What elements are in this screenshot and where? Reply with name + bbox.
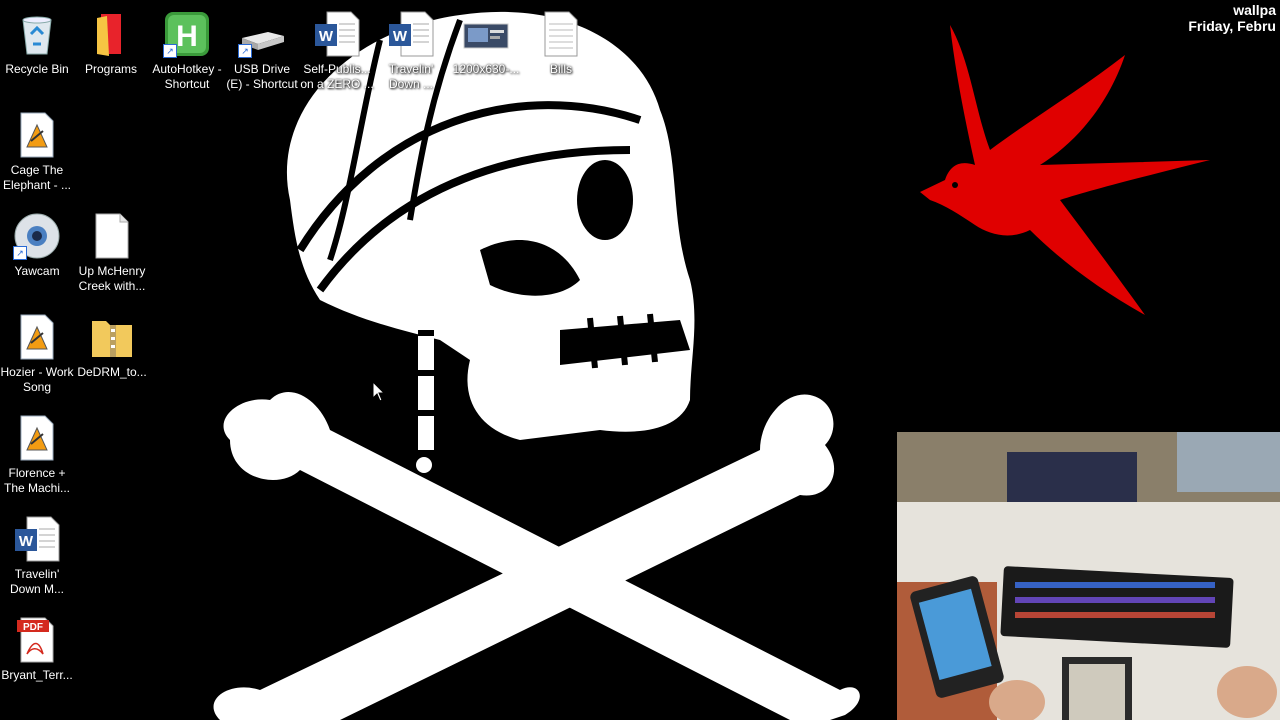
pdf-badge-text: PDF xyxy=(23,622,43,633)
desktop-icon-up-mchenry-creek[interactable]: Up McHenry Creek with... xyxy=(75,206,149,294)
mouse-cursor-icon xyxy=(372,381,386,402)
desktop-icon-usb-drive[interactable]: ↗ USB Drive (E) - Shortcut xyxy=(225,4,299,92)
desktop-icon-label: AutoHotkey - Shortcut xyxy=(152,62,222,91)
vlc-media-icon xyxy=(13,111,61,159)
shortcut-arrow-icon: ↗ xyxy=(163,44,177,58)
desktop-icon-label: USB Drive (E) - Shortcut xyxy=(226,62,298,91)
yawcam-icon: ↗ xyxy=(13,212,61,260)
svg-text:W: W xyxy=(319,28,334,45)
desktop-icon-label: Up McHenry Creek with... xyxy=(78,264,146,293)
desktop-icon-self-publishing-doc[interactable]: W Self-Publis... on a ZERO ... xyxy=(300,4,374,92)
text-file-icon xyxy=(537,10,585,58)
word-doc-icon: W xyxy=(387,10,435,58)
svg-text:H: H xyxy=(176,20,198,53)
desktop-icon-florence-the-machine[interactable]: Florence + The Machi... xyxy=(0,408,74,496)
desktop-icon-label: Cage The Elephant - ... xyxy=(2,163,72,192)
crossbones-graphic xyxy=(213,391,860,720)
desktop-icon-programs[interactable]: Programs xyxy=(74,4,148,77)
blank-file-icon xyxy=(88,212,136,260)
wallpaper-name-text: wallpa xyxy=(1233,2,1276,18)
desktop-icon-dedrm[interactable]: DeDRM_to... xyxy=(75,307,149,380)
wallpaper-info-overlay: wallpa Friday, Febru xyxy=(1188,2,1276,34)
desktop-icon-label: Self-Publis... on a ZERO ... xyxy=(300,62,374,91)
zip-folder-icon xyxy=(88,313,136,361)
svg-text:W: W xyxy=(19,533,34,550)
desktop-icon-autohotkey[interactable]: H ↗ AutoHotkey - Shortcut xyxy=(150,4,224,92)
desktop-icon-cage-the-elephant[interactable]: Cage The Elephant - ... xyxy=(0,105,74,193)
shortcut-arrow-icon: ↗ xyxy=(13,246,27,260)
desktop-icon-label: Travelin' Down M... xyxy=(9,567,64,596)
desktop-icon-label: 1200x630-... xyxy=(452,62,520,76)
desktop-icon-label: Hozier - Work Song xyxy=(0,365,74,394)
word-doc-icon: W xyxy=(13,515,61,563)
desktop-icon-image-file[interactable]: 1200x630-... xyxy=(449,4,523,77)
desktop-icon-label: DeDRM_to... xyxy=(77,365,147,379)
folder-red-icon xyxy=(87,10,135,58)
desktop-icon-label: Travelin' Down ... xyxy=(388,62,434,91)
desktop-icon-yawcam[interactable]: ↗ Yawcam xyxy=(0,206,74,279)
image-file-icon xyxy=(462,10,510,58)
desktop-icon-bryant-pdf[interactable]: PDF Bryant_Terr... xyxy=(0,610,74,683)
desktop-icon-label: Bryant_Terr... xyxy=(1,668,73,682)
date-text: Friday, Febru xyxy=(1188,18,1276,34)
desktop-icon-label: Recycle Bin xyxy=(5,62,69,76)
vlc-media-icon xyxy=(13,414,61,462)
desktop-icon-travelin-doc[interactable]: W Travelin' Down ... xyxy=(374,4,448,92)
vlc-media-icon xyxy=(13,313,61,361)
pdf-icon: PDF xyxy=(13,616,61,664)
desktop-icon-recycle-bin[interactable]: Recycle Bin xyxy=(0,4,74,77)
desktop-icon-label: Florence + The Machi... xyxy=(3,466,71,495)
shortcut-arrow-icon: ↗ xyxy=(238,44,252,58)
desktop-icon-bills[interactable]: Bills xyxy=(524,4,598,77)
svg-text:W: W xyxy=(393,28,408,45)
desktop-icon-label: Yawcam xyxy=(14,264,60,278)
webcam-overlay xyxy=(897,432,1280,720)
desktop-icon-label: Bills xyxy=(549,62,572,76)
desktop-icon-hozier[interactable]: Hozier - Work Song xyxy=(0,307,74,395)
desktop-icon-travelin-down-m[interactable]: W Travelin' Down M... xyxy=(0,509,74,597)
autohotkey-icon: H ↗ xyxy=(163,10,211,58)
desktop-icon-label: Programs xyxy=(84,62,137,76)
word-doc-icon: W xyxy=(313,10,361,58)
usb-drive-icon: ↗ xyxy=(238,10,286,58)
red-swallow-graphic xyxy=(920,25,1210,315)
recycle-bin-icon xyxy=(13,10,61,58)
